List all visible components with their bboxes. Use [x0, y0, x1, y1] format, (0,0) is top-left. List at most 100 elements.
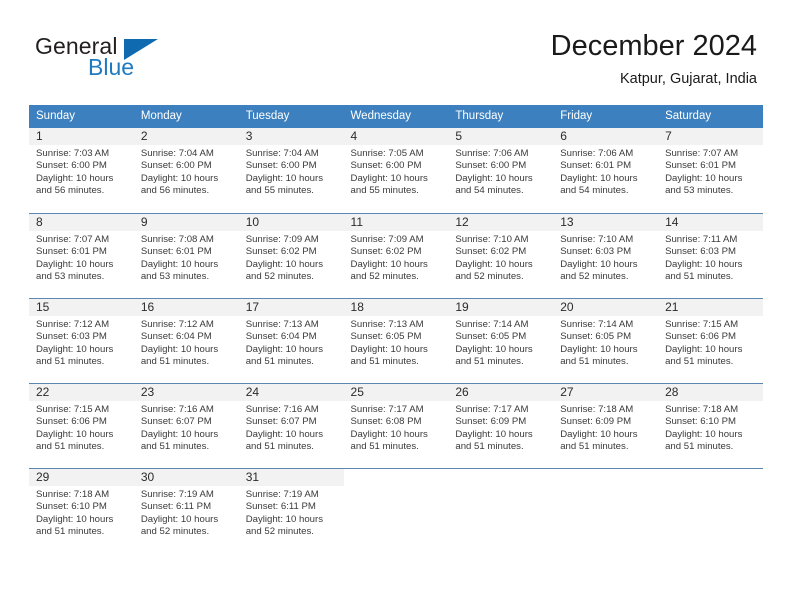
- day-detail-daylight1: Daylight: 10 hours: [455, 428, 533, 440]
- calendar-day-cell[interactable]: 18 Sunrise: 7:13 AM Sunset: 6:05 PM Dayligh…: [343, 298, 449, 383]
- calendar-header-row: Sunday Monday Tuesday Wednesday Thursday…: [29, 105, 763, 128]
- calendar-day-cell[interactable]: 23 Sunrise: 7:16 AM Sunset: 6:07 PM Dayligh…: [133, 383, 239, 468]
- day-detail-sunset: Sunset: 6:09 PM: [560, 416, 632, 428]
- day-detail-daylight2: and 51 minutes.: [36, 355, 105, 367]
- day-cell-inner: 1 Sunrise: 7:03 AM Sunset: 6:00 PM Daylight…: [29, 128, 134, 213]
- day-detail-sunrise: Sunrise: 7:13 AM: [245, 319, 319, 330]
- calendar-day-cell[interactable]: 7 Sunrise: 7:07 AM Sunset: 6:01 PM Daylight…: [658, 128, 763, 213]
- day-cell-inner: 2 Sunrise: 7:04 AM Sunset: 6:00 PM Daylight…: [133, 128, 239, 213]
- calendar-day-cell[interactable]: 11 Sunrise: 7:09 AM Sunset: 6:02 PM Dayligh…: [343, 213, 449, 298]
- day-cell-inner: 8 Sunrise: 7:07 AM Sunset: 6:01 PM Daylight…: [29, 213, 134, 298]
- day-details: Sunrise: 7:09 AM Sunset: 6:02 PM Daylight:…: [239, 231, 344, 283]
- title-block: December 2024 Katpur, Gujarat, India: [551, 28, 757, 90]
- day-detail-sunrise: Sunrise: 7:17 AM: [350, 404, 424, 415]
- day-cell-inner: 23 Sunrise: 7:16 AM Sunset: 6:07 PM Dayligh…: [133, 383, 239, 468]
- weekday-header-saturday: Saturday: [658, 105, 763, 128]
- day-detail-daylight2: and 51 minutes.: [245, 440, 314, 452]
- calendar-day-cell[interactable]: 21 Sunrise: 7:15 AM Sunset: 6:06 PM Dayligh…: [658, 298, 763, 383]
- calendar-day-cell[interactable]: 3 Sunrise: 7:04 AM Sunset: 6:00 PM Daylight…: [238, 128, 344, 213]
- day-detail-daylight2: and 56 minutes.: [140, 184, 210, 196]
- calendar-day-cell[interactable]: 27 Sunrise: 7:18 AM Sunset: 6:09 PM Dayligh…: [553, 383, 659, 468]
- day-number: 21: [658, 299, 763, 316]
- day-detail-daylight1: Daylight: 10 hours: [350, 258, 428, 270]
- day-detail-sunrise: Sunrise: 7:05 AM: [350, 148, 424, 159]
- day-detail-daylight2: and 51 minutes.: [350, 355, 419, 367]
- day-number: 24: [238, 384, 344, 401]
- day-detail-daylight1: Daylight: 10 hours: [350, 172, 428, 184]
- day-detail-sunset: Sunset: 6:00 PM: [36, 160, 107, 172]
- calendar-day-cell[interactable]: 14 Sunrise: 7:11 AM Sunset: 6:03 PM Dayligh…: [658, 213, 763, 298]
- day-cell-inner: [553, 468, 659, 553]
- day-detail-sunrise: Sunrise: 7:10 AM: [455, 234, 529, 245]
- day-cell-inner: 31 Sunrise: 7:19 AM Sunset: 6:11 PM Dayligh…: [238, 468, 344, 553]
- calendar-day-cell-empty: [553, 468, 659, 553]
- day-detail-sunrise: Sunrise: 7:06 AM: [560, 148, 634, 159]
- calendar-day-cell[interactable]: 30 Sunrise: 7:19 AM Sunset: 6:11 PM Dayligh…: [133, 468, 239, 553]
- day-detail-sunrise: Sunrise: 7:08 AM: [140, 234, 214, 245]
- calendar-day-cell[interactable]: 4 Sunrise: 7:05 AM Sunset: 6:00 PM Daylight…: [343, 128, 449, 213]
- calendar-day-cell[interactable]: 5 Sunrise: 7:06 AM Sunset: 6:00 PM Daylight…: [448, 128, 554, 213]
- day-detail-daylight2: and 52 minutes.: [245, 270, 314, 282]
- day-detail-daylight2: and 51 minutes.: [455, 355, 524, 367]
- day-details: Sunrise: 7:04 AM Sunset: 6:00 PM Daylight:…: [239, 145, 344, 197]
- day-detail-sunset: Sunset: 6:01 PM: [36, 246, 107, 258]
- calendar-day-cell[interactable]: 1 Sunrise: 7:03 AM Sunset: 6:00 PM Daylight…: [29, 128, 134, 213]
- page-title: December 2024: [550, 30, 757, 62]
- calendar-day-cell[interactable]: 12 Sunrise: 7:10 AM Sunset: 6:02 PM Dayligh…: [448, 213, 554, 298]
- day-details: Sunrise: 7:12 AM Sunset: 6:04 PM Daylight:…: [134, 316, 239, 368]
- day-cell-inner: 29 Sunrise: 7:18 AM Sunset: 6:10 PM Dayligh…: [29, 468, 134, 553]
- day-detail-sunrise: Sunrise: 7:15 AM: [665, 319, 739, 330]
- day-cell-inner: 4 Sunrise: 7:05 AM Sunset: 6:00 PM Daylight…: [343, 128, 449, 213]
- calendar-day-cell[interactable]: 31 Sunrise: 7:19 AM Sunset: 6:11 PM Dayligh…: [238, 468, 344, 553]
- general-blue-logo[interactable]: General Blue: [35, 33, 265, 91]
- day-cell-inner: 21 Sunrise: 7:15 AM Sunset: 6:06 PM Dayligh…: [658, 298, 763, 383]
- day-detail-daylight2: and 51 minutes.: [665, 355, 734, 367]
- calendar-day-cell[interactable]: 29 Sunrise: 7:18 AM Sunset: 6:10 PM Dayligh…: [29, 468, 134, 553]
- day-details: Sunrise: 7:15 AM Sunset: 6:06 PM Daylight:…: [29, 401, 134, 453]
- day-details: Sunrise: 7:03 AM Sunset: 6:00 PM Daylight:…: [29, 145, 134, 197]
- day-cell-inner: [658, 468, 763, 553]
- day-cell-inner: 9 Sunrise: 7:08 AM Sunset: 6:01 PM Daylight…: [133, 213, 239, 298]
- day-number: 22: [29, 384, 134, 401]
- day-details: Sunrise: 7:16 AM Sunset: 6:07 PM Daylight:…: [239, 401, 344, 453]
- calendar-day-cell[interactable]: 16 Sunrise: 7:12 AM Sunset: 6:04 PM Dayligh…: [133, 298, 239, 383]
- day-detail-sunrise: Sunrise: 7:14 AM: [560, 319, 634, 330]
- calendar-day-cell[interactable]: 2 Sunrise: 7:04 AM Sunset: 6:00 PM Daylight…: [133, 128, 239, 213]
- day-number: 9: [133, 214, 239, 231]
- calendar-day-cell[interactable]: 15 Sunrise: 7:12 AM Sunset: 6:03 PM Dayligh…: [29, 298, 134, 383]
- calendar-day-cell[interactable]: 20 Sunrise: 7:14 AM Sunset: 6:05 PM Dayligh…: [553, 298, 659, 383]
- day-details: Sunrise: 7:07 AM Sunset: 6:01 PM Daylight:…: [658, 145, 763, 197]
- calendar-day-cell[interactable]: 9 Sunrise: 7:08 AM Sunset: 6:01 PM Daylight…: [133, 213, 239, 298]
- day-detail-daylight1: Daylight: 10 hours: [140, 258, 219, 270]
- calendar-day-cell[interactable]: 25 Sunrise: 7:17 AM Sunset: 6:08 PM Dayligh…: [343, 383, 449, 468]
- day-detail-sunrise: Sunrise: 7:07 AM: [665, 148, 739, 159]
- calendar-day-cell[interactable]: 24 Sunrise: 7:16 AM Sunset: 6:07 PM Dayligh…: [238, 383, 344, 468]
- day-detail-daylight2: and 52 minutes.: [350, 270, 419, 282]
- calendar-page: General Blue December 2024 Katpur, Gujar…: [0, 0, 792, 612]
- day-details: Sunrise: 7:13 AM Sunset: 6:05 PM Daylight:…: [344, 316, 449, 368]
- calendar-day-cell[interactable]: 28 Sunrise: 7:18 AM Sunset: 6:10 PM Dayligh…: [658, 383, 763, 468]
- calendar-day-cell[interactable]: 22 Sunrise: 7:15 AM Sunset: 6:06 PM Dayligh…: [29, 383, 134, 468]
- day-number: 8: [29, 214, 134, 231]
- page-header: General Blue December 2024 Katpur, Gujar…: [0, 0, 792, 100]
- calendar-day-cell[interactable]: 10 Sunrise: 7:09 AM Sunset: 6:02 PM Dayligh…: [238, 213, 344, 298]
- calendar-day-cell[interactable]: 26 Sunrise: 7:17 AM Sunset: 6:09 PM Dayligh…: [448, 383, 554, 468]
- calendar-day-cell[interactable]: 6 Sunrise: 7:06 AM Sunset: 6:01 PM Daylight…: [553, 128, 659, 213]
- day-details: Sunrise: 7:17 AM Sunset: 6:08 PM Daylight:…: [344, 401, 449, 453]
- day-detail-daylight2: and 51 minutes.: [140, 355, 210, 367]
- calendar-day-cell[interactable]: 19 Sunrise: 7:14 AM Sunset: 6:05 PM Dayligh…: [448, 298, 554, 383]
- calendar-day-cell-empty: [658, 468, 763, 553]
- calendar-day-cell[interactable]: 17 Sunrise: 7:13 AM Sunset: 6:04 PM Dayligh…: [238, 298, 344, 383]
- day-details: Sunrise: 7:10 AM Sunset: 6:02 PM Daylight:…: [448, 231, 553, 283]
- day-detail-daylight2: and 55 minutes.: [350, 184, 419, 196]
- day-detail-sunset: Sunset: 6:07 PM: [245, 416, 317, 428]
- day-detail-sunrise: Sunrise: 7:11 AM: [665, 234, 738, 245]
- calendar-day-cell[interactable]: 13 Sunrise: 7:10 AM Sunset: 6:03 PM Dayligh…: [553, 213, 659, 298]
- day-detail-daylight2: and 51 minutes.: [36, 525, 105, 537]
- day-cell-inner: 10 Sunrise: 7:09 AM Sunset: 6:02 PM Dayligh…: [238, 213, 344, 298]
- day-cell-inner: 30 Sunrise: 7:19 AM Sunset: 6:11 PM Dayligh…: [133, 468, 239, 553]
- calendar-day-cell[interactable]: 8 Sunrise: 7:07 AM Sunset: 6:01 PM Daylight…: [29, 213, 134, 298]
- page-subtitle-location: Katpur, Gujarat, India: [619, 71, 757, 87]
- weekday-header-thursday: Thursday: [448, 105, 554, 128]
- day-detail-sunrise: Sunrise: 7:13 AM: [350, 319, 424, 330]
